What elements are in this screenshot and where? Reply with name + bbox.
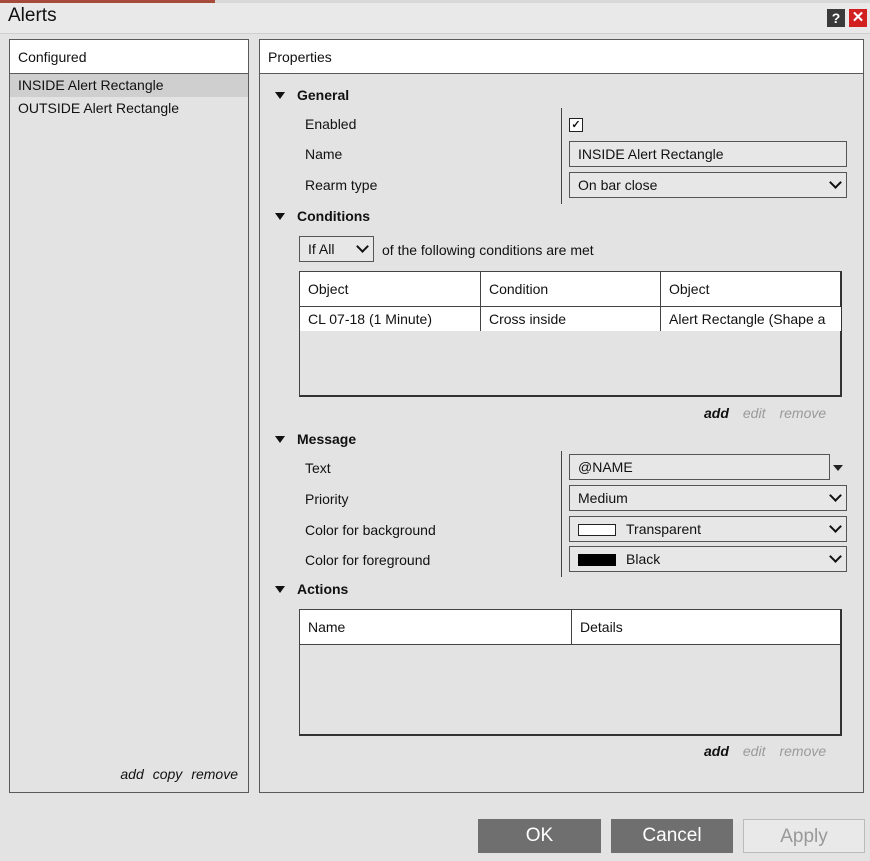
section-general[interactable]: General: [297, 87, 349, 103]
row-condition-cell: Cross inside: [481, 307, 661, 331]
actions-table-header: Name Details: [300, 610, 840, 645]
column-name[interactable]: Name: [300, 610, 572, 645]
title-bar: Alerts ? ✕: [0, 0, 870, 34]
edit-action-link[interactable]: edit: [743, 743, 766, 759]
fg-color-label: Color for foreground: [305, 552, 431, 568]
priority-value: Medium: [578, 490, 628, 506]
text-label: Text: [305, 460, 331, 476]
actions-table: Name Details: [299, 609, 842, 736]
column-details[interactable]: Details: [572, 610, 841, 645]
list-item-outside[interactable]: OUTSIDE Alert Rectangle: [10, 97, 248, 120]
match-mode-value: If All: [308, 241, 335, 257]
column-object[interactable]: Object: [300, 272, 481, 307]
rearm-select[interactable]: On bar close: [569, 172, 847, 198]
apply-button[interactable]: Apply: [743, 819, 865, 853]
collapse-conditions-icon[interactable]: [275, 213, 285, 220]
configured-list: INSIDE Alert Rectangle OUTSIDE Alert Rec…: [10, 74, 248, 120]
column-condition[interactable]: Condition: [481, 272, 661, 307]
enabled-label: Enabled: [305, 116, 357, 132]
message-divider: [561, 451, 562, 577]
add-action-link[interactable]: add: [704, 743, 729, 759]
table-row[interactable]: CL 07-18 (1 Minute) Cross inside Alert R…: [300, 307, 841, 331]
rearm-value: On bar close: [578, 177, 658, 193]
bg-color-swatch: [578, 524, 616, 537]
section-conditions[interactable]: Conditions: [297, 208, 370, 224]
priority-label: Priority: [305, 491, 349, 507]
row-target-cell: Alert Rectangle (Shape a: [661, 307, 841, 331]
match-mode-select[interactable]: If All: [299, 236, 374, 262]
name-label: Name: [305, 146, 343, 162]
fg-color-swatch: [578, 554, 616, 567]
section-actions[interactable]: Actions: [297, 581, 348, 597]
dropdown-arrow-icon[interactable]: [833, 465, 843, 471]
conditions-table-header: Object Condition Object: [300, 272, 840, 307]
bg-color-value: Transparent: [626, 521, 701, 537]
configured-panel: Configured INSIDE Alert Rectangle OUTSID…: [9, 39, 249, 793]
close-icon[interactable]: ✕: [849, 9, 867, 27]
conditions-actions: add edit remove: [704, 405, 826, 421]
collapse-general-icon[interactable]: [275, 92, 285, 99]
remove-alert-link[interactable]: remove: [191, 766, 238, 782]
bg-color-select[interactable]: Transparent: [569, 516, 847, 542]
section-message[interactable]: Message: [297, 431, 356, 447]
configured-actions: add copy remove: [111, 766, 238, 782]
properties-header: Properties: [260, 40, 863, 74]
priority-select[interactable]: Medium: [569, 485, 847, 511]
match-mode-text: of the following conditions are met: [382, 242, 594, 258]
row-object-cell: CL 07-18 (1 Minute): [300, 307, 481, 331]
copy-alert-link[interactable]: copy: [153, 766, 183, 782]
window-title: Alerts: [8, 5, 57, 26]
configured-header: Configured: [10, 40, 248, 74]
chevron-down-icon: [829, 176, 842, 189]
help-icon[interactable]: ?: [827, 9, 845, 27]
chevron-down-icon: [829, 489, 842, 502]
fg-color-value: Black: [626, 551, 661, 567]
message-text-input[interactable]: @NAME: [569, 454, 830, 480]
title-strip: [215, 0, 870, 3]
add-alert-link[interactable]: add: [120, 766, 143, 782]
column-object-2[interactable]: Object: [661, 272, 841, 307]
chevron-down-icon: [356, 240, 369, 253]
name-input[interactable]: INSIDE Alert Rectangle: [569, 141, 847, 167]
collapse-actions-icon[interactable]: [275, 586, 285, 593]
cancel-button[interactable]: Cancel: [611, 819, 733, 853]
chevron-down-icon: [829, 550, 842, 563]
conditions-table: Object Condition Object CL 07-18 (1 Minu…: [299, 271, 842, 397]
add-condition-link[interactable]: add: [704, 405, 729, 421]
edit-condition-link[interactable]: edit: [743, 405, 766, 421]
remove-condition-link[interactable]: remove: [779, 405, 826, 421]
list-item-inside[interactable]: INSIDE Alert Rectangle: [10, 74, 248, 97]
enabled-checkbox[interactable]: ✓: [569, 118, 583, 132]
chevron-down-icon: [829, 520, 842, 533]
rearm-label: Rearm type: [305, 177, 378, 193]
collapse-message-icon[interactable]: [275, 436, 285, 443]
actions-actions: add edit remove: [704, 743, 826, 759]
ok-button[interactable]: OK: [478, 819, 601, 853]
bg-color-label: Color for background: [305, 522, 436, 538]
fg-color-select[interactable]: Black: [569, 546, 847, 572]
title-accent-strip: [0, 0, 215, 3]
remove-action-link[interactable]: remove: [779, 743, 826, 759]
general-divider: [561, 108, 562, 204]
